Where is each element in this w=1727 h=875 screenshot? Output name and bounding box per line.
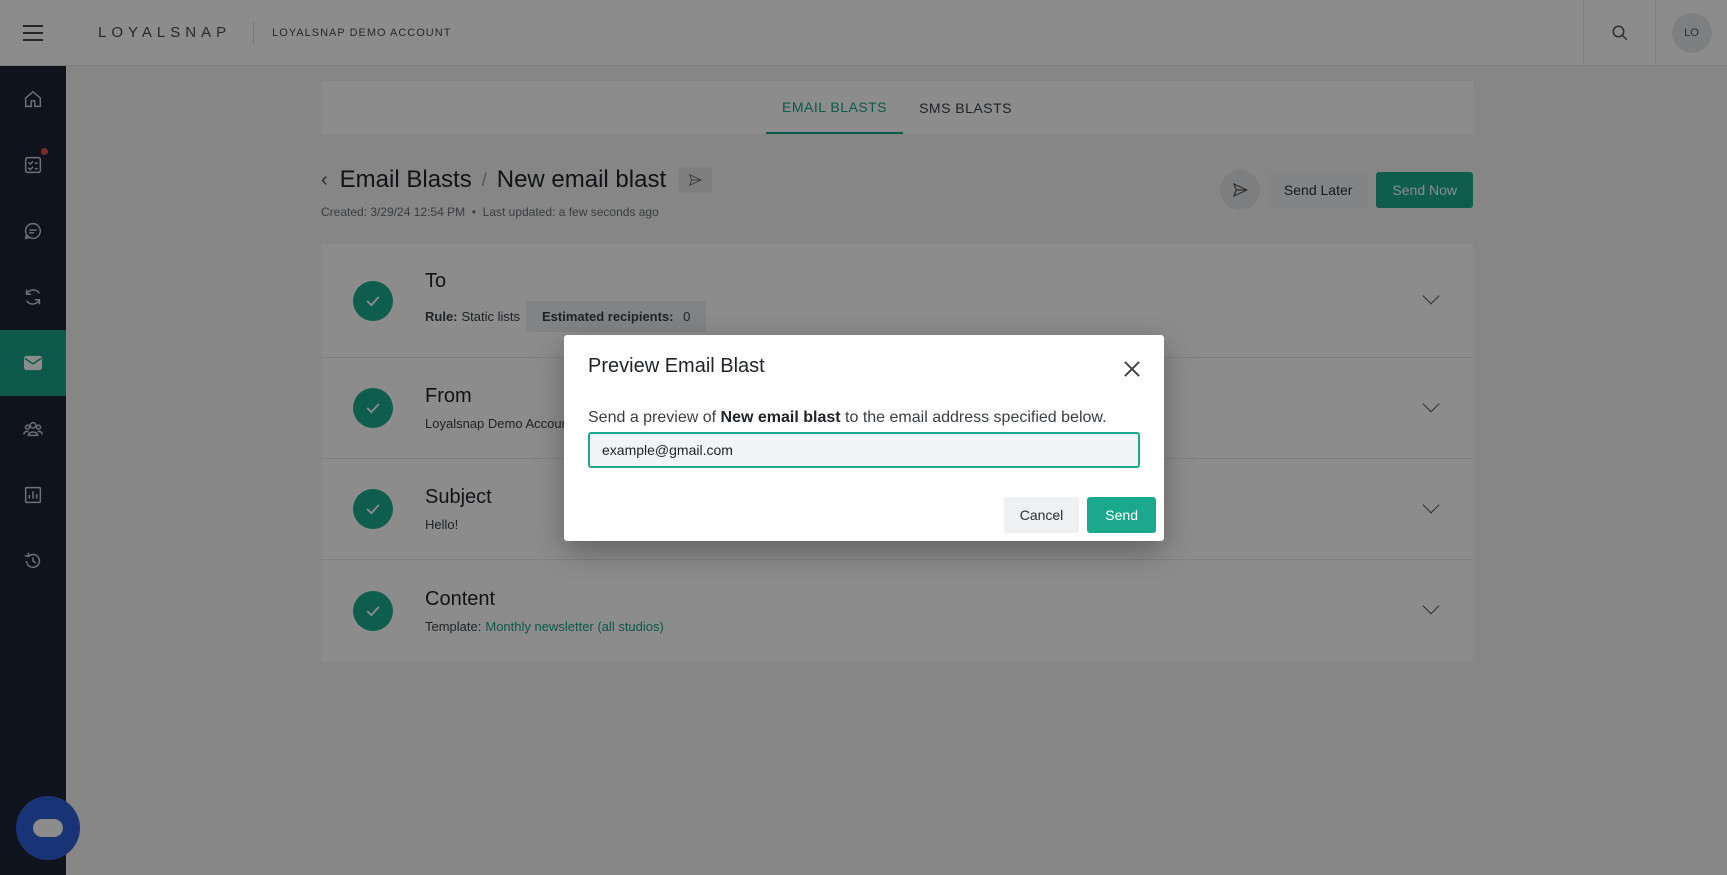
send-button[interactable]: Send <box>1087 497 1156 533</box>
email-field[interactable] <box>588 432 1140 468</box>
modal-description: Send a preview of New email blast to the… <box>588 409 1107 427</box>
cancel-button[interactable]: Cancel <box>1003 497 1080 533</box>
modal-text-after: to the email address specified below. <box>845 409 1107 426</box>
preview-email-modal: Preview Email Blast Send a preview of Ne… <box>564 335 1164 541</box>
modal-title: Preview Email Blast <box>588 355 765 377</box>
modal-actions: Cancel Send <box>1003 497 1156 533</box>
modal-text-blast-name: New email blast <box>720 409 841 426</box>
close-icon[interactable] <box>1122 359 1142 379</box>
modal-text-before: Send a preview of <box>588 409 717 426</box>
